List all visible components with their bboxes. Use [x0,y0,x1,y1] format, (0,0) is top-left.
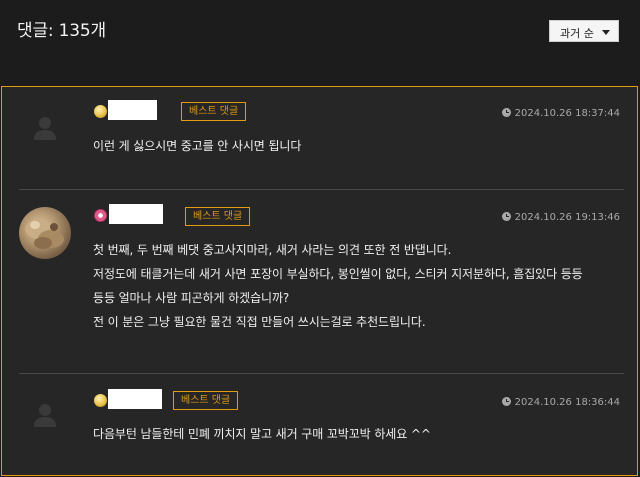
sort-selected-label: 과거 순 [560,27,594,40]
level-icon [94,394,107,407]
clock-icon [501,108,511,117]
best-comments-panel: 베스트 댓글 2024.10.26 18:37:44 이런 게 싫으시면 중고를… [1,86,638,476]
comment-text: 이런 게 싫으시면 중고를 안 사시면 됩니다 [93,139,302,153]
comment-count: 댓글: 135개 [17,21,106,41]
comment-item: 베스트 댓글 2024.10.26 19:13:46 첫 번째, 두 번째 베댓… [2,190,637,373]
photo-avatar[interactable] [19,207,71,259]
sort-dropdown[interactable]: 과거 순 [549,20,619,42]
best-comment-badge: 베스트 댓글 [173,391,239,410]
comment-item: 베스트 댓글 2024.10.26 18:37:44 이런 게 싫으시면 중고를… [2,87,637,190]
comment-text: 다음부턴 남들한테 민폐 끼치지 말고 새거 구매 꼬박꼬박 하세요 ^^ [93,427,431,441]
clock-icon [501,397,511,406]
best-comment-badge: 베스트 댓글 [181,102,247,121]
nickname-redacted[interactable] [108,100,157,120]
comment-text: 저정도에 태클거는데 새거 사면 포장이 부실하다, 봉인씰이 없다, 스티커 … [93,267,583,281]
comment-text: 등등 얼마나 사람 피곤하게 하겠습니까? [93,291,290,305]
best-comment-badge: 베스트 댓글 [185,207,251,226]
default-user-icon [34,404,56,427]
timestamp-text: 2024.10.26 18:37:44 [514,108,620,119]
default-user-icon [34,117,56,140]
comments-header: 댓글: 135개 과거 순 [0,0,640,86]
timestamp: 2024.10.26 18:36:44 [501,397,620,408]
level-icon [94,105,107,118]
chevron-down-icon [602,30,610,35]
nickname-redacted[interactable] [108,389,162,409]
comment-item: 베스트 댓글 2024.10.26 18:36:44 다음부턴 남들한테 민폐 … [2,374,637,475]
clock-icon [501,212,511,221]
nickname-redacted[interactable] [109,204,163,224]
timestamp-text: 2024.10.26 19:13:46 [514,212,620,223]
timestamp: 2024.10.26 19:13:46 [501,212,620,223]
comment-text: 전 이 분은 그냥 필요한 물건 직접 만들어 쓰시는걸로 추천드립니다. [93,315,426,329]
comment-text: 첫 번째, 두 번째 베댓 중고사지마라, 새거 사라는 의견 또한 전 반댑니… [93,243,452,257]
timestamp-text: 2024.10.26 18:36:44 [514,397,620,408]
avatar-image [25,219,64,249]
level-icon [94,209,107,222]
timestamp: 2024.10.26 18:37:44 [501,108,620,119]
